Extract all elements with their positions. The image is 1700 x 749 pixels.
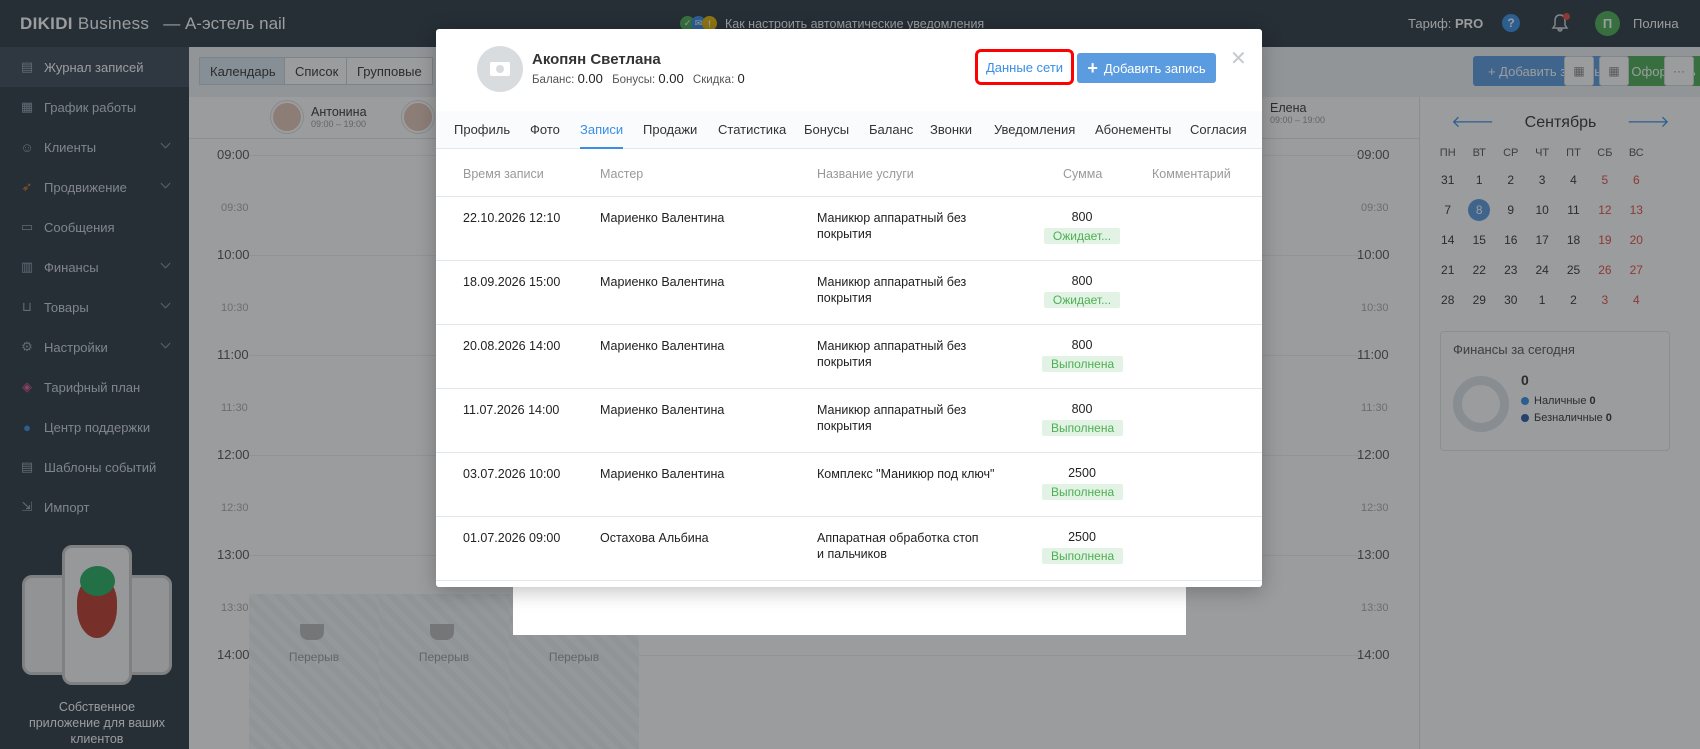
sum-value: 2500	[1068, 466, 1096, 480]
bonus-value: 0.00	[658, 71, 684, 86]
record-master: Остахова Альбина	[600, 531, 709, 545]
bonus-label: Бонусы:	[612, 74, 656, 86]
column-sum: Сумма	[1063, 167, 1103, 181]
table-row[interactable]: 01.07.2026 09:00 Остахова Альбина Аппара…	[436, 517, 1262, 581]
record-service: Маникюр аппаратный без покрытия	[817, 339, 967, 369]
record-sum: 800 Выполнена	[1042, 338, 1124, 372]
status-badge: Ожидает...	[1043, 228, 1121, 244]
record-time: 11.07.2026 14:00	[463, 403, 560, 417]
discount-label: Скидка:	[692, 74, 735, 86]
tab-statistics[interactable]: Статистика	[718, 111, 786, 149]
record-sum: 800 Выполнена	[1042, 402, 1124, 436]
sum-value: 800	[1071, 338, 1093, 352]
balance-label: Баланс:	[532, 74, 575, 86]
table-row[interactable]: 20.08.2026 14:00 Мариенко Валентина Мани…	[436, 325, 1262, 389]
record-sum: 800 Ожидает...	[1042, 210, 1122, 244]
client-name: Акопян Светлана	[532, 51, 661, 68]
background-card	[513, 585, 1186, 635]
tab-bonuses[interactable]: Бонусы	[804, 111, 849, 149]
status-badge: Ожидает...	[1043, 292, 1121, 308]
tab-balance[interactable]: Баланс	[869, 111, 913, 149]
record-service: Комплекс "Маникюр под ключ"	[817, 467, 995, 481]
add-record-button[interactable]: + Добавить запись	[1077, 53, 1216, 83]
record-sum: 800 Ожидает...	[1042, 274, 1122, 308]
table-row[interactable]: 03.07.2026 10:00 Мариенко Валентина Комп…	[436, 453, 1262, 517]
balance-value: 0.00	[577, 71, 603, 86]
network-data-button[interactable]: Данные сети	[975, 49, 1074, 85]
record-time: 22.10.2026 12:10	[463, 211, 561, 225]
record-master: Мариенко Валентина	[600, 275, 725, 289]
tab-consents[interactable]: Согласия	[1190, 111, 1247, 149]
record-master: Мариенко Валентина	[600, 467, 725, 481]
tab-calls[interactable]: Звонки	[930, 111, 972, 149]
record-master: Мариенко Валентина	[600, 339, 725, 353]
sum-value: 800	[1071, 274, 1093, 288]
column-time: Время записи	[463, 167, 544, 181]
record-sum: 2500 Выполнена	[1042, 466, 1124, 500]
record-sum: 2500 Выполнена	[1042, 530, 1124, 564]
record-time: 18.09.2026 15:00	[463, 275, 561, 289]
record-service: Маникюр аппаратный без покрытия	[817, 211, 967, 241]
tab-sales[interactable]: Продажи	[643, 111, 697, 149]
record-time: 20.08.2026 14:00	[463, 339, 561, 353]
status-badge: Выполнена	[1042, 548, 1124, 564]
column-master: Мастер	[600, 167, 644, 181]
status-badge: Выполнена	[1042, 420, 1124, 436]
record-service: Аппаратная обработка стоп и пальчиков	[817, 531, 979, 561]
discount-value: 0	[737, 71, 745, 86]
record-service: Маникюр аппаратный без покрытия	[817, 275, 967, 305]
client-tabs: Профиль Фото Записи Продажи Статистика Б…	[436, 111, 1262, 149]
client-stats: Баланс: 0.00 Бонусы: 0.00 Скидка: 0	[532, 71, 751, 86]
tab-subscriptions[interactable]: Абонементы	[1095, 111, 1171, 149]
client-avatar[interactable]	[477, 46, 523, 92]
record-time: 01.07.2026 09:00	[463, 531, 561, 545]
column-comment: Комментарий	[1152, 167, 1231, 181]
close-icon[interactable]: ✕	[1230, 46, 1247, 71]
table-row[interactable]: 11.07.2026 14:00 Мариенко Валентина Мани…	[436, 389, 1262, 453]
plus-icon: +	[1087, 57, 1098, 78]
table-row[interactable]: 18.09.2026 15:00 Мариенко Валентина Мани…	[436, 261, 1262, 325]
camera-icon	[490, 62, 510, 76]
record-service: Маникюр аппаратный без покрытия	[817, 403, 967, 433]
record-master: Мариенко Валентина	[600, 403, 725, 417]
tab-photo[interactable]: Фото	[530, 111, 560, 149]
record-time: 03.07.2026 10:00	[463, 467, 561, 481]
status-badge: Выполнена	[1042, 484, 1124, 500]
records-table: Время записи Мастер Название услуги Сумм…	[436, 149, 1262, 581]
tab-notifications[interactable]: Уведомления	[994, 111, 1075, 149]
table-row[interactable]: 22.10.2026 12:10 Мариенко Валентина Мани…	[436, 197, 1262, 261]
table-header: Время записи Мастер Название услуги Сумм…	[436, 149, 1262, 197]
client-card-modal: Акопян Светлана Баланс: 0.00 Бонусы: 0.0…	[436, 29, 1262, 587]
add-record-label: Добавить запись	[1103, 60, 1206, 76]
tab-profile[interactable]: Профиль	[454, 111, 510, 149]
sum-value: 2500	[1068, 530, 1096, 544]
sum-value: 800	[1071, 210, 1093, 224]
sum-value: 800	[1071, 402, 1093, 416]
record-master: Мариенко Валентина	[600, 211, 725, 225]
column-service: Название услуги	[817, 167, 914, 181]
tab-records[interactable]: Записи	[580, 111, 624, 149]
status-badge: Выполнена	[1042, 356, 1124, 372]
